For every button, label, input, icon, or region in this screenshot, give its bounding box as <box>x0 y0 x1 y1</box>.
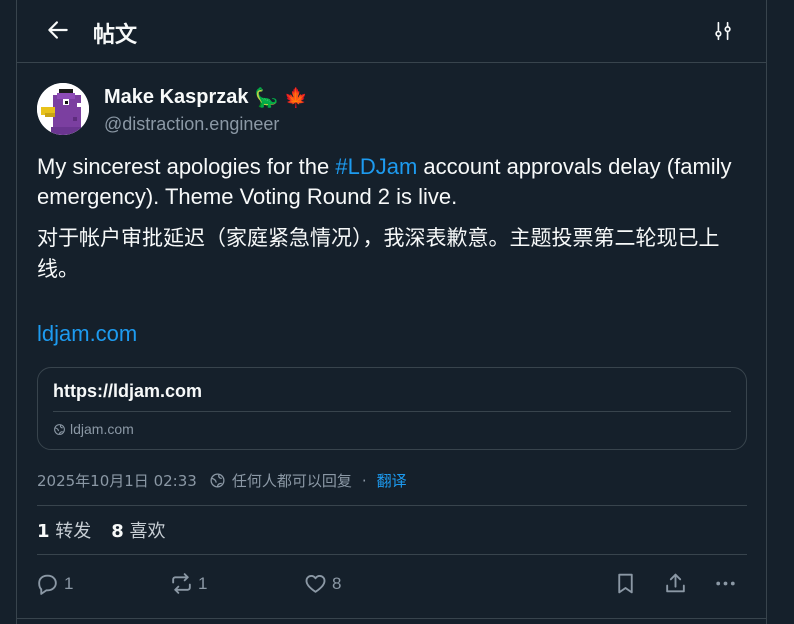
likes-stat[interactable]: 8 喜欢 <box>111 517 165 543</box>
hashtag-link[interactable]: #LDJam <box>335 154 417 179</box>
card-divider <box>53 411 731 412</box>
post-stats: 1 转发 8 喜欢 <box>37 517 166 543</box>
sliders-icon <box>715 21 731 41</box>
share-icon <box>666 573 685 593</box>
author-display-name[interactable]: Make Kasprzak <box>104 86 249 109</box>
page-title: 帖文 <box>93 23 138 48</box>
card-domain: ldjam.com <box>70 421 134 437</box>
reposts-stat[interactable]: 1 转发 <box>37 517 91 543</box>
globe-icon <box>54 423 65 435</box>
translate-link[interactable]: 翻译 <box>377 470 407 491</box>
post-text-start: My sincerest apologies for the <box>37 154 336 179</box>
more-horizontal-icon <box>716 581 735 586</box>
arrow-left-icon <box>48 21 68 39</box>
back-button[interactable] <box>41 13 75 47</box>
share-button[interactable] <box>663 571 688 596</box>
post-translation: 对于帐户审批延迟（家庭紧急情况），我深表歉意。主题投票第二轮现已上线。 <box>37 226 720 281</box>
heart-icon <box>305 574 326 593</box>
divider <box>37 505 747 506</box>
more-button[interactable] <box>713 571 738 596</box>
post-meta: 2025年10月1日 02:33 任何人都可以回复 · 翻译 <box>37 470 407 491</box>
reply-audience: 任何人都可以回复 <box>231 472 352 490</box>
reply-count: 1 <box>64 573 74 593</box>
reposts-label: 转发 <box>55 521 92 542</box>
card-title: https://ldjam.com <box>53 381 203 401</box>
post-timestamp[interactable]: 2025年10月1日 02:33 <box>37 470 197 491</box>
link-card[interactable]: https://ldjam.com ldjam.com <box>37 367 747 450</box>
dinosaur-icon: 🦕 <box>254 87 279 109</box>
repost-icon <box>172 573 191 594</box>
reply-button[interactable]: 1 <box>35 571 73 596</box>
bookmark-icon <box>618 573 633 594</box>
reposts-count: 1 <box>37 521 50 542</box>
meta-separator: · <box>361 471 367 490</box>
author-name-row[interactable]: Make Kasprzak 🦕 🍁 <box>104 86 308 109</box>
divider <box>37 554 747 555</box>
pixel-bird-avatar-icon <box>37 83 89 135</box>
filter-button[interactable] <box>710 18 736 44</box>
post-link[interactable]: ldjam.com <box>37 321 137 347</box>
like-count: 8 <box>332 573 342 593</box>
globe-icon <box>210 473 225 488</box>
top-bar: 帖文 <box>17 0 766 63</box>
like-button[interactable]: 8 <box>303 571 341 596</box>
action-bar: 1 1 8 <box>17 565 766 605</box>
author-handle[interactable]: @distraction.engineer <box>104 114 279 135</box>
reply-icon <box>38 574 57 595</box>
post-text: My sincerest apologies for the #LDJam ac… <box>37 152 749 212</box>
bookmark-button[interactable] <box>613 571 638 596</box>
card-domain-row: ldjam.com <box>53 421 134 437</box>
likes-count: 8 <box>111 521 124 542</box>
avatar[interactable] <box>37 83 89 135</box>
repost-count: 1 <box>198 573 208 593</box>
divider <box>17 618 766 619</box>
likes-label: 喜欢 <box>129 521 166 542</box>
post-column: 帖文 Make Kasprzak 🦕 🍁 @distraction.engine… <box>16 0 767 624</box>
repost-button[interactable]: 1 <box>169 571 207 596</box>
maple-leaf-icon: 🍁 <box>284 87 308 109</box>
